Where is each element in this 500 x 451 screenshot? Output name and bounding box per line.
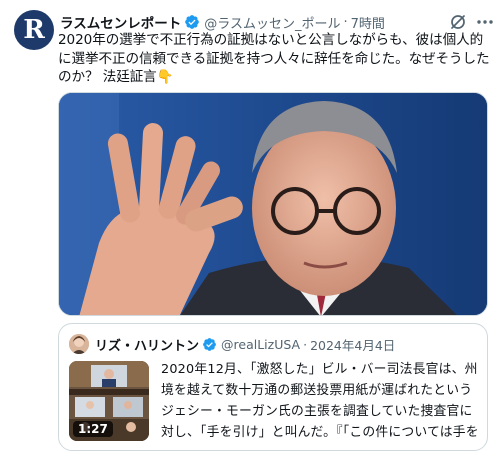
avatar-letter: R xyxy=(23,15,45,45)
verified-badge-icon xyxy=(185,15,200,29)
quote-header: リズ・ハリントン @realLizUSA · 2024年4月4日 xyxy=(95,334,395,354)
quote-handle[interactable]: @realLizUSA xyxy=(221,337,300,352)
separator-dot: · xyxy=(343,14,348,30)
more-icon[interactable] xyxy=(475,12,495,32)
quote-verified-badge-icon xyxy=(203,337,216,351)
tweet-header: ラスムセンレポート @ラスムッセン_ポール · 7時間 xyxy=(60,12,385,33)
quote-display-name[interactable]: リズ・ハリントン xyxy=(95,335,199,354)
tweet-media-photo[interactable] xyxy=(58,92,488,316)
video-duration: 1:27 xyxy=(73,421,113,437)
quote-video-thumbnail[interactable]: 1:27 xyxy=(69,361,149,441)
quote-date[interactable]: 2024年4月4日 xyxy=(310,335,395,354)
handle[interactable]: @ラスムッセン_ポール xyxy=(204,13,340,32)
quote-text: 2020年12月、「激怒した」ビル・バー司法長官は、州境を越えて数十万通の郵送投… xyxy=(161,362,479,440)
tweet[interactable]: R ラスムセンレポート @ラスムッセン_ポール · 7時間 2020年の選挙で不… xyxy=(0,0,500,451)
avatar[interactable]: R xyxy=(14,10,54,50)
quoted-tweet[interactable]: リズ・ハリントン @realLizUSA · 2024年4月4日 1:27 20… xyxy=(58,323,488,451)
quote-avatar[interactable] xyxy=(69,334,89,354)
display-name[interactable]: ラスムセンレポート xyxy=(60,12,181,32)
timestamp[interactable]: 7時間 xyxy=(351,13,385,32)
tweet-text: 2020年の選挙で不正行為の証拠はないと公言しながらも、彼は個人的に選挙不正の信… xyxy=(58,32,490,86)
quote-avatar-image xyxy=(69,334,89,354)
quote-separator-dot: · xyxy=(303,336,308,352)
grok-icon[interactable] xyxy=(448,12,468,32)
man-raising-hand-photo xyxy=(59,93,487,315)
